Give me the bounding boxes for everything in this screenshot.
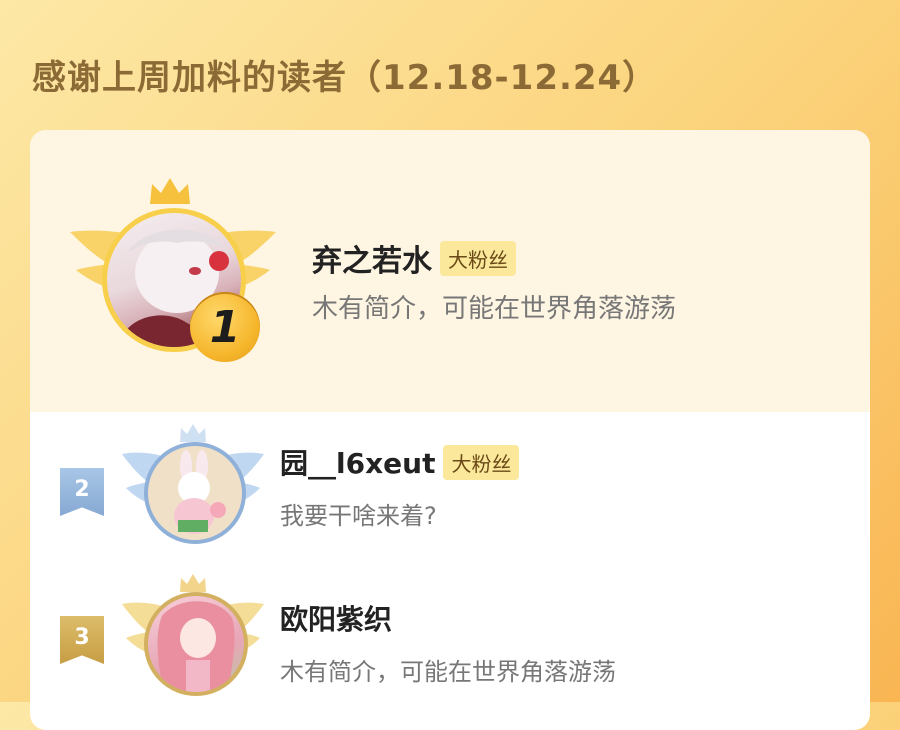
page-title: 感谢上周加料的读者（12.18-12.24） [32,58,658,98]
reader-bio: 木有简介，可能在世界角落游荡 [312,294,677,324]
reader-name[interactable]: 欧阳紫织 [280,598,392,638]
fan-badge: 大粉丝 [443,444,520,480]
crown-icon [180,424,206,442]
reader-name[interactable]: 园__l6xeut [280,442,435,482]
rank-medal-1: 1 [190,292,260,362]
reader-row-1[interactable]: 1 弃之若水 大粉丝 木有简介，可能在世界角落游荡 [30,130,870,412]
avatar-reader-3[interactable] [144,592,248,696]
rank-tag-3: 3 [60,616,104,664]
reader-name[interactable]: 弃之若水 [312,236,432,280]
reader-bio: 木有简介，可能在世界角落游荡 [280,658,616,686]
fan-badge: 大粉丝 [440,240,516,276]
crown-icon [180,574,206,592]
reader-row-2[interactable]: 2 园__l6xeut 大粉丝 我要干啥来着? [30,412,870,562]
reader-bio: 我要干啥来着? [280,502,437,530]
rank-tag-2: 2 [60,468,104,516]
ranking-card: 1 弃之若水 大粉丝 木有简介，可能在世界角落游荡 2 园__l6xeut 大粉… [30,130,870,730]
crown-icon [150,178,190,204]
avatar-reader-2[interactable] [144,442,246,544]
reader-row-3[interactable]: 3 欧阳紫织 木有简介，可能在世界角落游荡 [30,562,870,730]
